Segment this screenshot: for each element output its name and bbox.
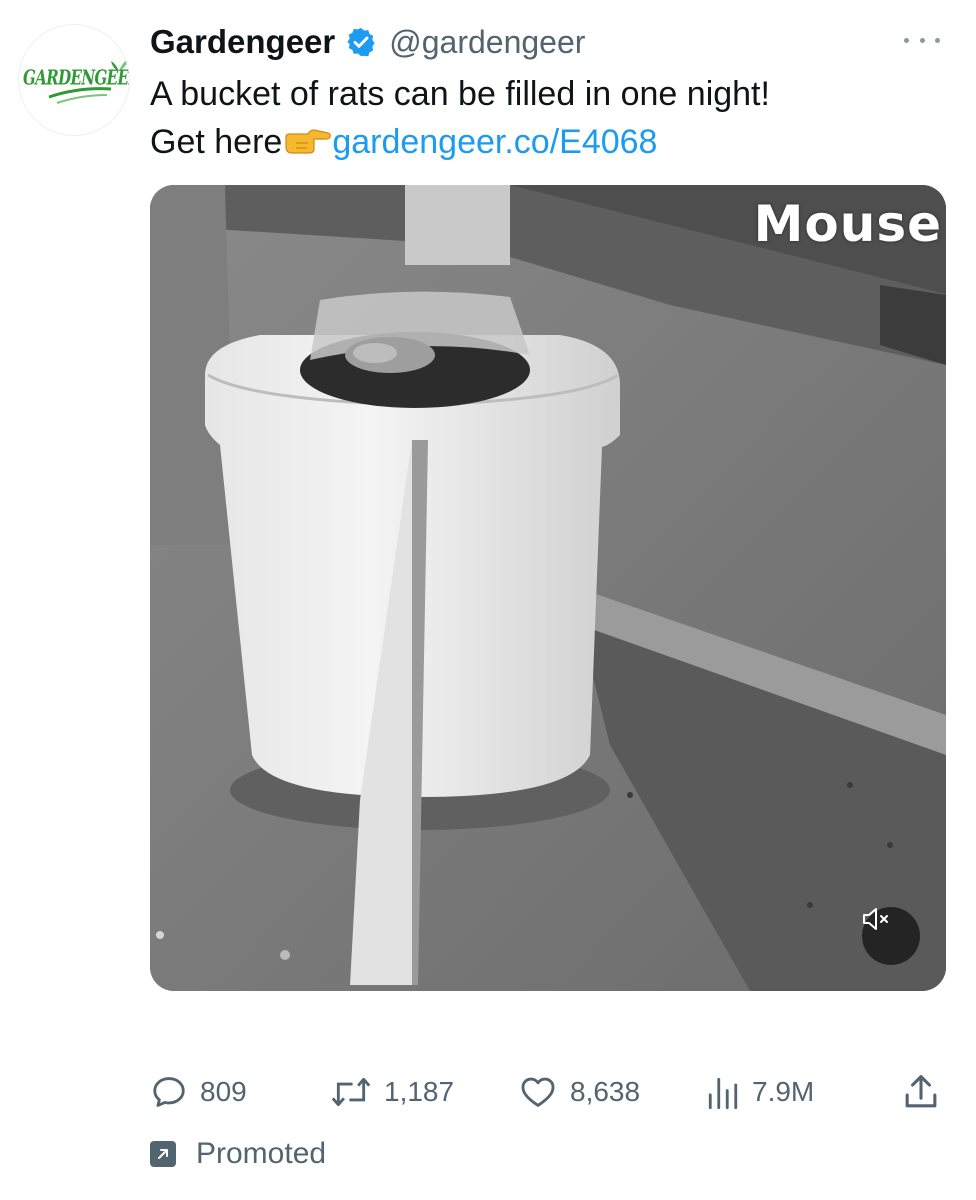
share-icon: [905, 1075, 937, 1108]
muted-speaker-icon: [863, 908, 888, 930]
video-player[interactable]: Mouse: [150, 185, 946, 991]
share-button[interactable]: [902, 1066, 940, 1118]
display-name[interactable]: Gardengeer: [150, 23, 335, 61]
reply-icon: [153, 1077, 185, 1107]
tweet-link[interactable]: gardengeer.co/E4068: [332, 123, 657, 161]
avatar[interactable]: GARDENGEER: [18, 24, 130, 136]
promoted-arrow-icon: [150, 1141, 176, 1167]
reply-button[interactable]: 809: [150, 1066, 247, 1118]
reply-count: 809: [200, 1076, 247, 1107]
views-icon: [708, 1077, 738, 1109]
mute-button[interactable]: [862, 907, 920, 965]
promoted-indicator: Promoted: [150, 1132, 326, 1176]
text-prefix: Get here: [150, 123, 283, 161]
promoted-label: Promoted: [196, 1137, 327, 1170]
video-frame: [150, 185, 946, 991]
like-button[interactable]: 8,638: [518, 1066, 640, 1118]
retweet-button[interactable]: 1,187: [330, 1066, 454, 1118]
verified-badge-icon[interactable]: [345, 26, 377, 58]
tweet-text: A bucket of rats can be filled in one ni…: [150, 70, 950, 166]
pointing-right-emoji: [285, 129, 332, 154]
video-overlay-label: Mouse: [753, 195, 942, 253]
handle[interactable]: @gardengeer: [389, 24, 585, 61]
avatar-logo-text: GARDENGEER: [23, 65, 130, 91]
tweet-text-line-1: A bucket of rats can be filled in one ni…: [150, 75, 770, 113]
like-count: 8,638: [570, 1076, 641, 1107]
more-horizontal-icon[interactable]: [904, 28, 940, 52]
tweet-header: Gardengeer @gardengeer: [150, 20, 585, 64]
retweet-icon: [331, 1077, 371, 1107]
tweet-text-line-2: Get here gardengeer.co/E4068: [150, 118, 950, 166]
action-bar: 809 1,187 8,638 7.9M: [150, 1066, 946, 1118]
views-button[interactable]: 7.9M: [706, 1066, 814, 1118]
views-count: 7.9M: [752, 1076, 815, 1107]
heart-icon: [521, 1077, 555, 1107]
retweet-count: 1,187: [384, 1076, 455, 1107]
